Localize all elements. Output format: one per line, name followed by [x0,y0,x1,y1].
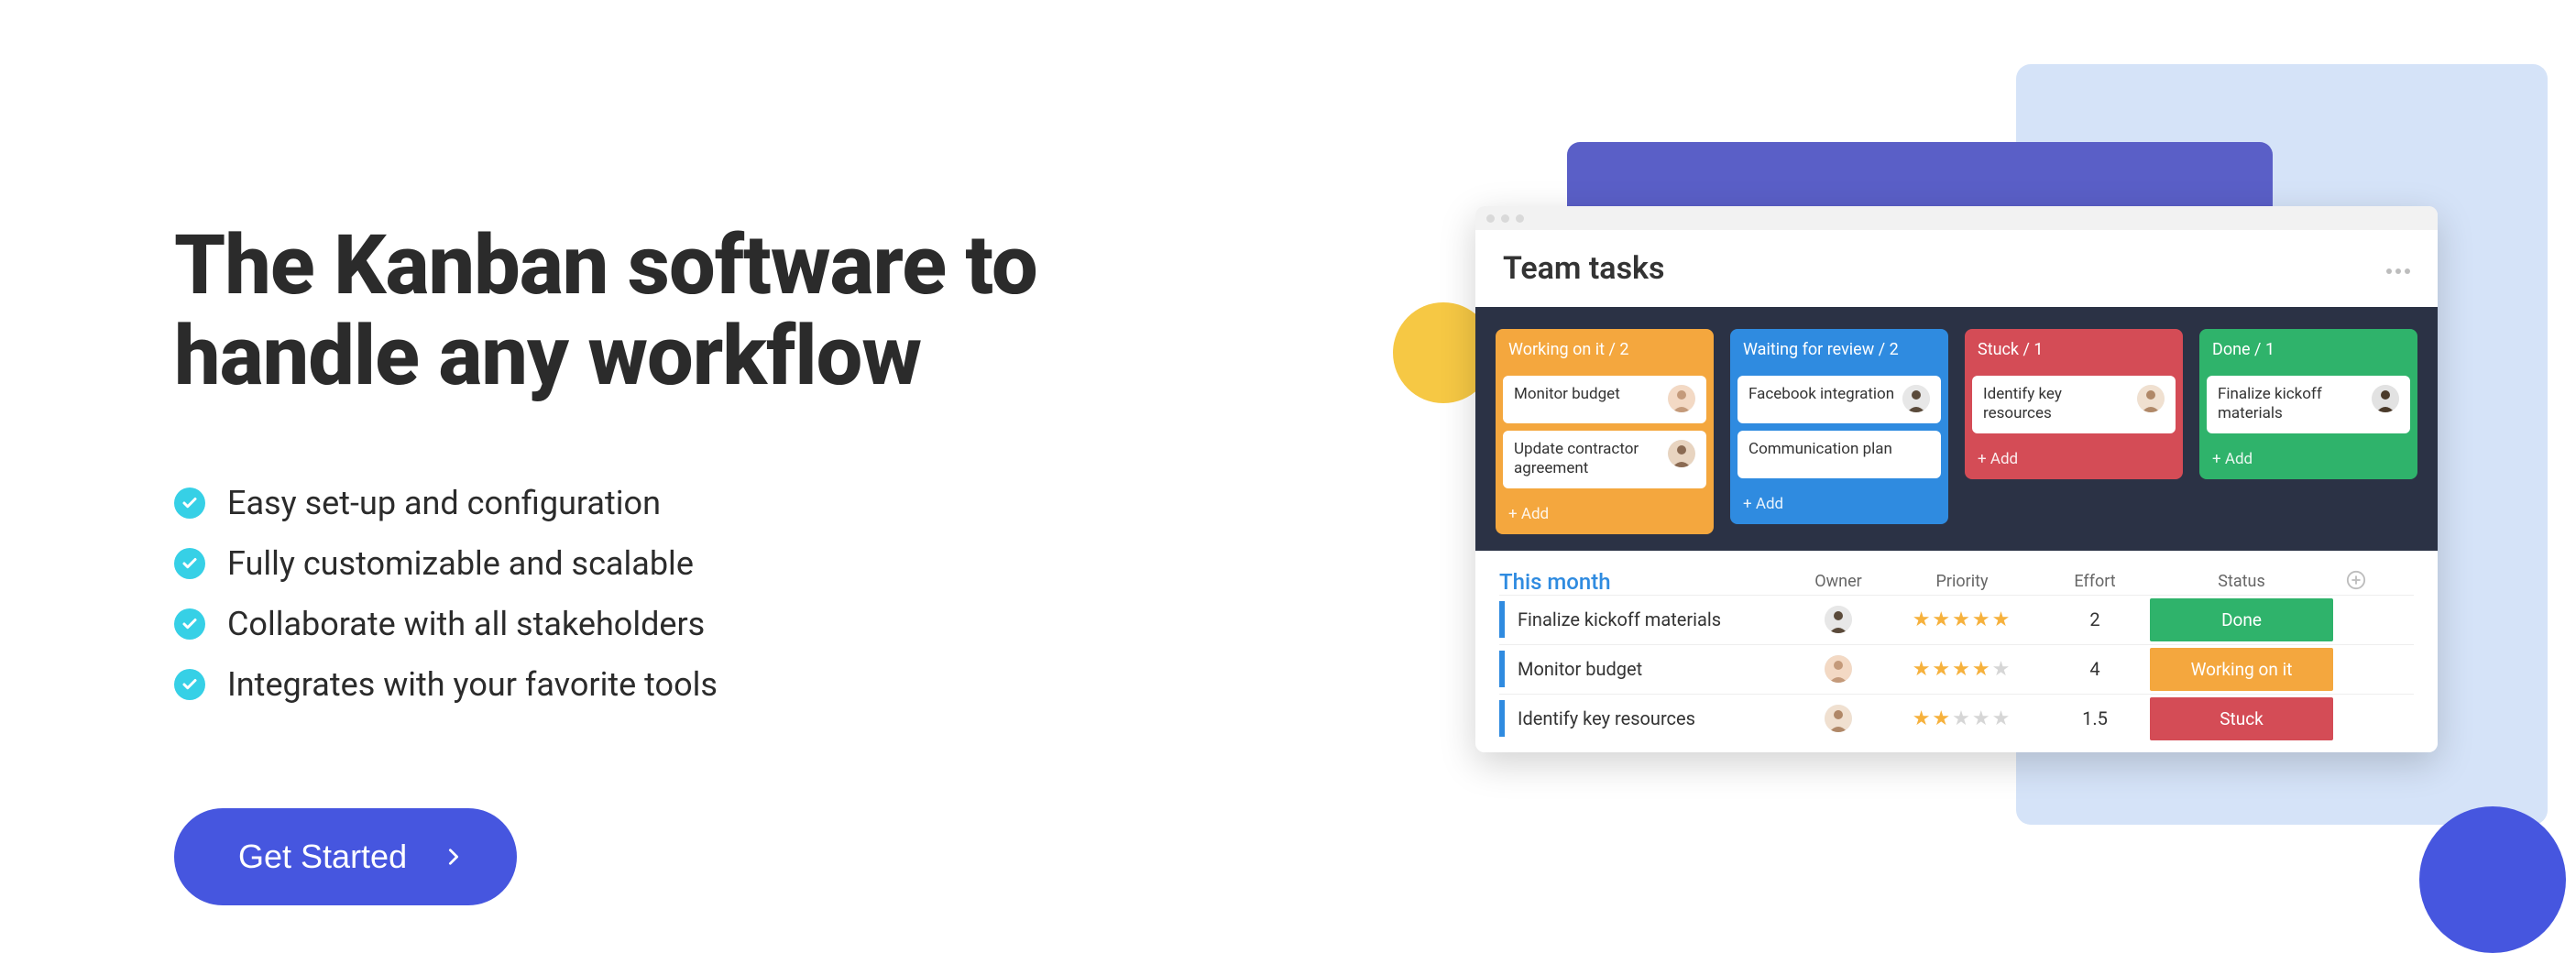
th-priority: Priority [1884,572,2040,591]
th-status: Status [2150,572,2333,591]
hero-headline: The Kanban software to handle any workfl… [174,220,1301,401]
avatar [1668,385,1695,412]
kanban-card[interactable]: Update contractor agreement [1503,431,1706,488]
period-label[interactable]: This month [1499,569,1792,595]
window-dot [1501,214,1509,223]
cell-status[interactable]: Working on it [2150,648,2333,691]
cell-status[interactable]: Stuck [2150,697,2333,740]
check-icon [174,608,205,640]
table-row[interactable]: Finalize kickoff materials ★★★★★ 2 Done [1499,595,2414,644]
kanban-board: Working on it / 2 Monitor budget Update … [1475,307,2438,551]
avatar [1668,440,1695,467]
check-icon [174,487,205,519]
table-row[interactable]: Identify key resources ★★★★★ 1.5 Stuck [1499,694,2414,743]
card-title: Update contractor agreement [1514,440,1661,479]
window-dot [1516,214,1524,223]
cell-effort[interactable]: 2 [2040,608,2150,630]
add-card-button[interactable]: + Add [1496,496,1714,534]
th-owner: Owner [1792,572,1884,591]
kanban-card[interactable]: Facebook integration [1737,376,1941,423]
add-card-button[interactable]: + Add [1730,486,1948,524]
cell-priority[interactable]: ★★★★★ [1884,658,2040,681]
cell-effort[interactable]: 4 [2040,658,2150,680]
avatar [2372,385,2399,412]
avatar [1825,655,1852,683]
table-row[interactable]: Monitor budget ★★★★★ 4 Working on it [1499,644,2414,694]
decor-circle-purple [2419,806,2566,953]
cell-owner[interactable] [1792,705,1884,732]
get-started-button[interactable]: Get Started [174,808,517,905]
feature-text: Integrates with your favorite tools [227,665,718,704]
kanban-card[interactable]: Communication plan [1737,431,1941,478]
board-title: Team tasks [1503,250,1664,287]
avatar [1825,705,1852,732]
more-button[interactable] [2386,260,2410,278]
column-header: Waiting for review / 2 [1730,329,1948,368]
feature-item: Integrates with your favorite tools [174,665,1301,704]
card-title: Identify key resources [1983,385,2130,424]
add-card-button[interactable]: + Add [2199,441,2417,479]
row-accent [1499,700,1505,737]
row-accent [1499,601,1505,638]
cell-name: Monitor budget [1518,658,1792,680]
feature-text: Easy set-up and configuration [227,484,661,522]
more-horizontal-icon [2386,268,2410,274]
feature-item: Easy set-up and configuration [174,484,1301,522]
card-title: Communication plan [1748,440,1930,459]
feature-list: Easy set-up and configuration Fully cust… [174,484,1301,704]
feature-text: Fully customizable and scalable [227,544,694,583]
cell-priority[interactable]: ★★★★★ [1884,608,2040,631]
column-header: Done / 1 [2199,329,2417,368]
window-controls [1475,206,2438,230]
kanban-card[interactable]: Monitor budget [1503,376,1706,423]
avatar [1825,606,1852,633]
cell-priority[interactable]: ★★★★★ [1884,707,2040,730]
card-title: Facebook integration [1748,385,1895,404]
kanban-card[interactable]: Finalize kickoff materials [2207,376,2410,433]
chevron-right-icon [444,847,464,867]
card-title: Monitor budget [1514,385,1661,404]
column-working-on-it[interactable]: Working on it / 2 Monitor budget Update … [1496,329,1714,534]
cell-name: Identify key resources [1518,707,1792,729]
row-accent [1499,651,1505,687]
feature-text: Collaborate with all stakeholders [227,605,705,643]
avatar [1902,385,1930,412]
th-effort: Effort [2040,572,2150,591]
column-waiting-for-review[interactable]: Waiting for review / 2 Facebook integrat… [1730,329,1948,534]
cell-owner[interactable] [1792,655,1884,683]
card-title: Finalize kickoff materials [2218,385,2364,424]
add-column-button[interactable] [2333,570,2379,594]
add-card-button[interactable]: + Add [1965,441,2183,479]
feature-item: Collaborate with all stakeholders [174,605,1301,643]
plus-circle-icon [2346,570,2366,590]
cell-name: Finalize kickoff materials [1518,608,1792,630]
column-done[interactable]: Done / 1 Finalize kickoff materials + Ad… [2199,329,2417,534]
app-window: Team tasks Working on it / 2 Monitor bud… [1475,206,2438,752]
kanban-card[interactable]: Identify key resources [1972,376,2176,433]
feature-item: Fully customizable and scalable [174,544,1301,583]
column-stuck[interactable]: Stuck / 1 Identify key resources + Add [1965,329,2183,534]
check-icon [174,669,205,700]
column-header: Working on it / 2 [1496,329,1714,368]
column-header: Stuck / 1 [1965,329,2183,368]
cell-effort[interactable]: 1.5 [2040,707,2150,729]
task-table: This month Owner Priority Effort Status … [1475,551,2438,752]
cta-label: Get Started [238,838,407,876]
cell-owner[interactable] [1792,606,1884,633]
window-dot [1486,214,1495,223]
cell-status[interactable]: Done [2150,598,2333,641]
check-icon [174,548,205,579]
avatar [2137,385,2165,412]
